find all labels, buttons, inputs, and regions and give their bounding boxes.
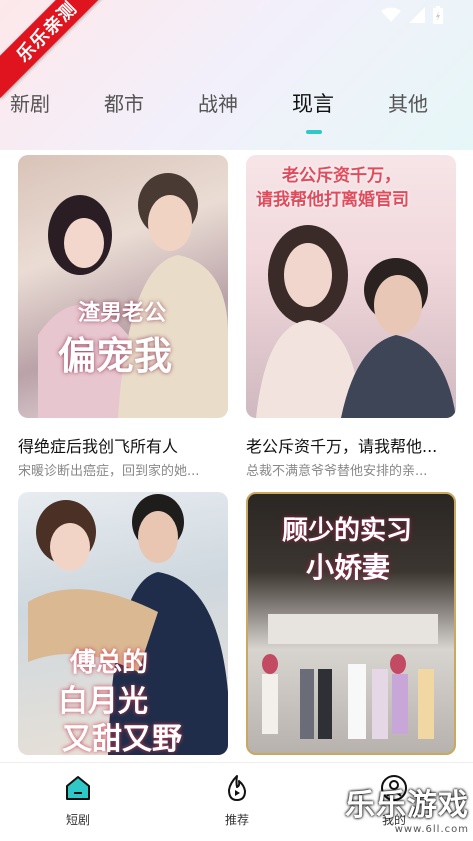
signal-icon xyxy=(409,7,425,23)
drama-description: 总裁不满意爷爷替他安排的亲... xyxy=(246,464,428,479)
drama-title[interactable]: 得绝症后我创飞所有人 xyxy=(18,433,228,457)
flame-play-icon xyxy=(228,775,246,801)
drama-card[interactable]: 傅总的 白月光 又甜又野 xyxy=(18,492,228,755)
tab-other[interactable]: 其他 xyxy=(388,88,428,117)
drama-title[interactable]: 老公斥资千万，请我帮他... xyxy=(246,433,456,457)
watermark-url: www.6ll.com xyxy=(394,824,469,835)
poster-title-line3: 又甜又野 xyxy=(62,722,182,755)
poster-title-line1: 老公斥资千万， xyxy=(282,166,401,186)
tab-war-god[interactable]: 战神 xyxy=(198,88,238,117)
watermark: 乐乐游戏 www.6ll.com xyxy=(345,780,469,835)
poster-title-line2: 偏宠我 xyxy=(58,334,173,378)
category-tabs: 新剧 都市 战神 现言 其他 xyxy=(0,88,473,128)
poster-title-line1: 渣男老公 xyxy=(78,301,167,326)
poster-title-line2: 请我帮他打离婚官司 xyxy=(256,190,409,210)
active-tab-indicator xyxy=(306,130,322,134)
bottom-navigation: 短剧 推荐 我的 乐乐游戏 www.6ll.com xyxy=(0,762,473,841)
promo-ribbon: 乐乐亲测 xyxy=(0,0,114,99)
wifi-icon xyxy=(381,7,401,22)
tab-city[interactable]: 都市 xyxy=(104,88,144,117)
header: 乐乐亲测 新剧 都市 战神 现言 其他 xyxy=(0,0,473,150)
nav-label: 推荐 xyxy=(224,813,249,827)
drama-poster[interactable]: 老公斥资千万， 请我帮他打离婚官司 xyxy=(246,155,456,418)
battery-icon xyxy=(433,6,443,24)
nav-shorts[interactable]: 短剧 xyxy=(38,773,118,828)
drama-card[interactable]: 顾少的实习 小娇妻 xyxy=(246,492,456,755)
drama-poster[interactable]: 傅总的 白月光 又甜又野 xyxy=(18,492,228,755)
poster-title-line2: 小娇妻 xyxy=(306,551,391,584)
poster-title-line1: 傅总的 xyxy=(70,648,149,678)
drama-feed[interactable]: 渣男老公 偏宠我 得绝症后我创飞所有人 宋暖诊断出癌症，回到家的她... 老公斥… xyxy=(0,150,473,762)
drama-poster[interactable]: 渣男老公 偏宠我 xyxy=(18,155,228,418)
drama-poster[interactable]: 顾少的实习 小娇妻 xyxy=(246,492,456,755)
watermark-text: 乐乐游戏 xyxy=(345,788,469,823)
status-bar-icons xyxy=(381,6,443,24)
drama-card[interactable]: 渣男老公 偏宠我 得绝症后我创飞所有人 宋暖诊断出癌症，回到家的她... xyxy=(18,155,228,479)
tab-new[interactable]: 新剧 xyxy=(10,88,50,117)
poster-title-line1: 顾少的实习 xyxy=(282,516,413,546)
nav-recommend[interactable]: 推荐 xyxy=(197,773,277,828)
nav-label: 短剧 xyxy=(65,813,90,827)
tab-romance[interactable]: 现言 xyxy=(292,88,334,118)
home-icon xyxy=(66,776,90,800)
drama-card[interactable]: 老公斥资千万， 请我帮他打离婚官司 老公斥资千万，请我帮他... 总裁不满意爷爷… xyxy=(246,155,456,479)
drama-description: 宋暖诊断出癌症，回到家的她... xyxy=(18,464,200,479)
